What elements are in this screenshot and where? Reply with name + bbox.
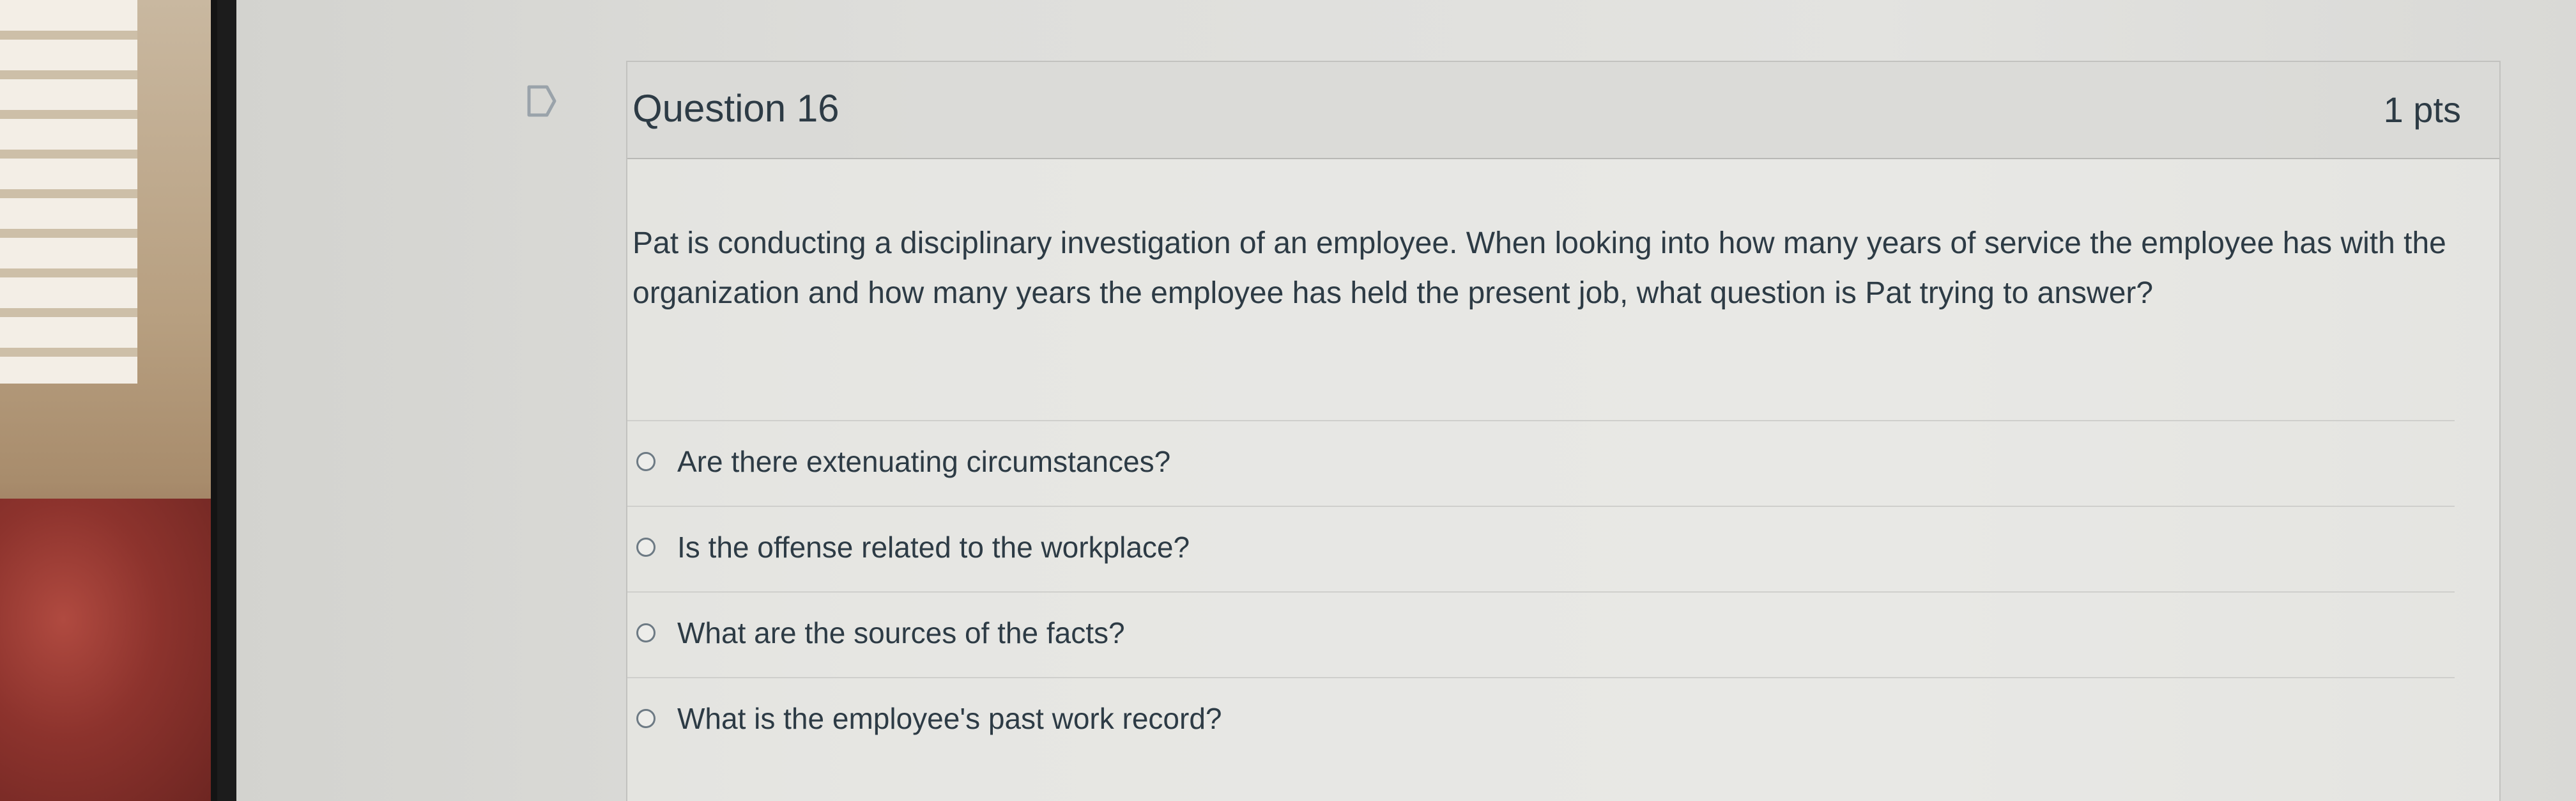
- answer-option[interactable]: Is the offense related to the workplace?: [627, 506, 2455, 591]
- question-text: Pat is conducting a disciplinary investi…: [632, 226, 2446, 310]
- answer-label[interactable]: What are the sources of the facts?: [677, 616, 1125, 650]
- question-title: Question 16: [632, 87, 839, 130]
- laptop-screen: Question 16 1 pts Pat is conducting a di…: [236, 0, 2576, 801]
- radio-button-icon[interactable]: [636, 709, 656, 728]
- answer-list: Are there extenuating circumstances? Is …: [627, 420, 2455, 763]
- answer-label[interactable]: What is the employee's past work record?: [677, 701, 1222, 736]
- question-header: Question 16 1 pts: [627, 62, 2499, 159]
- answer-label[interactable]: Are there extenuating circumstances?: [677, 444, 1170, 479]
- answer-label[interactable]: Is the offense related to the workplace?: [677, 530, 1190, 564]
- radio-button-icon[interactable]: [636, 623, 656, 642]
- photo-scene: Question 16 1 pts Pat is conducting a di…: [0, 0, 2576, 801]
- window-blinds: [0, 0, 137, 384]
- radio-button-icon[interactable]: [636, 452, 656, 471]
- laptop-bezel-edge: [217, 0, 236, 801]
- flag-icon[interactable]: [524, 83, 560, 119]
- answer-option[interactable]: What is the employee's past work record?: [627, 677, 2455, 763]
- answer-option[interactable]: What are the sources of the facts?: [627, 591, 2455, 677]
- red-fabric: [0, 499, 211, 801]
- answer-option[interactable]: Are there extenuating circumstances?: [627, 420, 2455, 506]
- question-card: Question 16 1 pts Pat is conducting a di…: [626, 61, 2501, 801]
- room-background: [0, 0, 217, 801]
- question-points: 1 pts: [2383, 89, 2461, 130]
- radio-button-icon[interactable]: [636, 538, 656, 557]
